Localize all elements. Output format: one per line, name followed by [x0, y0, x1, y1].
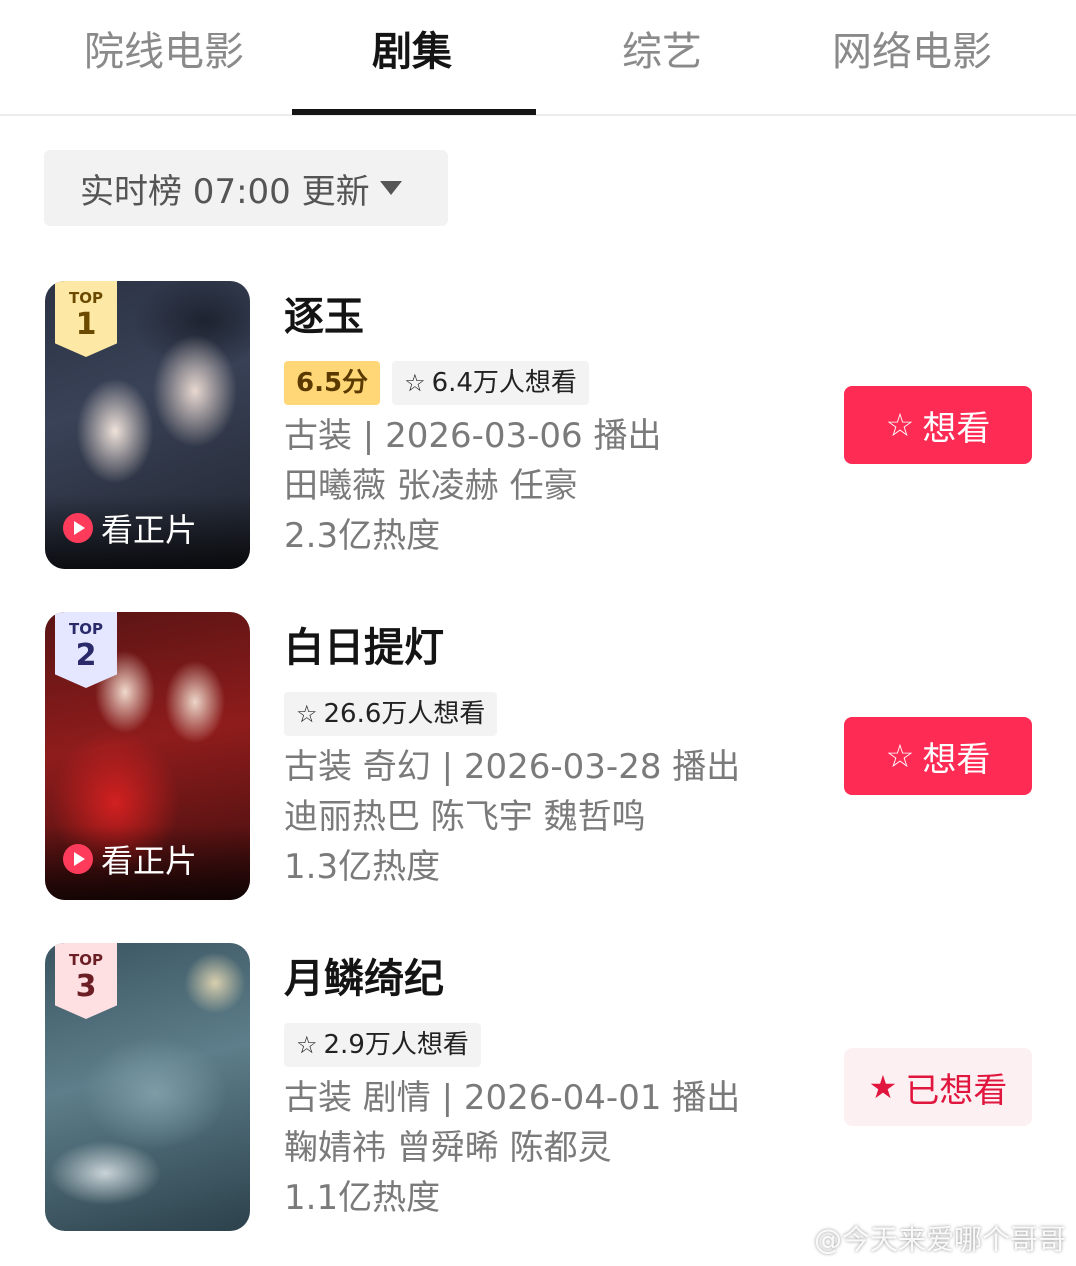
item-tags: 6.5分 ☆ 6.4万人想看 [284, 361, 804, 405]
tab-theatrical-movies[interactable]: 院线电影 [44, 26, 284, 78]
star-outline-icon: ☆ [404, 369, 426, 397]
watch-label: 看正片 [101, 511, 198, 549]
dropdown-arrow-icon [379, 181, 402, 195]
watermark: @今天来爱哪个哥哥 [813, 1223, 1066, 1256]
tab-online-movies[interactable]: 网络电影 [792, 26, 1032, 78]
heat: 1.1亿热度 [284, 1178, 441, 1218]
score-badge: 6.5分 [284, 361, 381, 405]
genre-date: 古装 剧情 | 2026-04-01 播出 [284, 1078, 741, 1118]
want-count-tag: ☆ 6.4万人想看 [392, 361, 589, 405]
watch-full-button[interactable]: 看正片 [63, 505, 197, 551]
cast: 迪丽热巴 陈飞宇 魏哲鸣 [284, 797, 646, 837]
item-title[interactable]: 逐玉 [284, 289, 804, 345]
list-item: TOP 1 看正片 逐玉 6.5分 ☆ 6.4万人想看 古装 | 2026-03… [0, 281, 1076, 571]
item-info: 逐玉 6.5分 ☆ 6.4万人想看 古装 | 2026-03-06 播出 田曦薇… [284, 281, 804, 561]
cast: 鞠婧祎 曾舜晞 陈都灵 [284, 1128, 612, 1168]
want-to-watch-button[interactable]: ☆ 想看 [844, 717, 1032, 795]
poster[interactable]: TOP 3 [45, 943, 250, 1231]
item-tags: ☆ 2.9万人想看 [284, 1023, 804, 1067]
item-title[interactable]: 月鳞绮纪 [284, 951, 804, 1007]
list-item: TOP 3 月鳞绮纪 ☆ 2.9万人想看 古装 剧情 | 2026-04-01 … [0, 943, 1076, 1233]
heat: 2.3亿热度 [284, 516, 441, 556]
heat: 1.3亿热度 [284, 847, 441, 887]
rank-badge: TOP 2 [55, 612, 117, 688]
rank-badge: TOP 3 [55, 943, 117, 1019]
want-to-watch-button[interactable]: ☆ 想看 [844, 386, 1032, 464]
star-outline-icon: ☆ [296, 1031, 318, 1059]
ranking-filter-dropdown[interactable]: 实时榜 07:00 更新 [44, 150, 448, 226]
star-outline-icon: ☆ [296, 700, 318, 728]
active-tab-indicator [292, 109, 536, 115]
genre-date: 古装 | 2026-03-06 播出 [284, 416, 662, 456]
watch-label: 看正片 [101, 842, 198, 880]
play-icon [63, 844, 93, 874]
poster[interactable]: TOP 2 看正片 [45, 612, 250, 900]
cast: 田曦薇 张凌赫 任豪 [284, 466, 578, 506]
star-outline-icon: ☆ [885, 406, 915, 444]
list-item: TOP 2 看正片 白日提灯 ☆ 26.6万人想看 古装 奇幻 | 2026-0… [0, 612, 1076, 902]
genre-date: 古装 奇幻 | 2026-03-28 播出 [284, 747, 741, 787]
poster[interactable]: TOP 1 看正片 [45, 281, 250, 569]
item-tags: ☆ 26.6万人想看 [284, 692, 804, 736]
star-outline-icon: ☆ [885, 737, 915, 775]
want-count-tag: ☆ 2.9万人想看 [284, 1023, 481, 1067]
tab-variety[interactable]: 综艺 [542, 26, 782, 78]
play-icon [63, 513, 93, 543]
tab-series[interactable]: 剧集 [292, 26, 532, 78]
category-tabs: 院线电影 剧集 综艺 网络电影 [0, 0, 1076, 116]
filter-label: 实时榜 07:00 更新 [80, 171, 370, 212]
star-filled-icon: ★ [868, 1068, 898, 1106]
watch-full-button[interactable]: 看正片 [63, 836, 197, 882]
want-count-tag: ☆ 26.6万人想看 [284, 692, 498, 736]
item-info: 白日提灯 ☆ 26.6万人想看 古装 奇幻 | 2026-03-28 播出 迪丽… [284, 612, 804, 892]
wanted-button[interactable]: ★ 已想看 [844, 1048, 1032, 1126]
item-title[interactable]: 白日提灯 [284, 620, 804, 676]
item-info: 月鳞绮纪 ☆ 2.9万人想看 古装 剧情 | 2026-04-01 播出 鞠婧祎… [284, 943, 804, 1223]
rank-badge: TOP 1 [55, 281, 117, 357]
